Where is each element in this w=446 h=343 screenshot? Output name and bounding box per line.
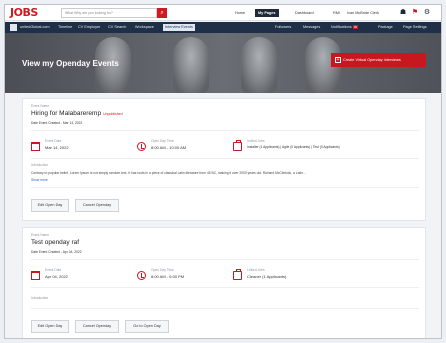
show-more-link[interactable]: Show more xyxy=(31,178,48,182)
clock-icon xyxy=(137,271,146,280)
nav-item-timeline[interactable]: Timeline xyxy=(58,22,72,33)
event-description: Contrary to popular belief, Lorem Ipsum … xyxy=(31,171,306,175)
nav-item-interview-events[interactable]: Interview Events xyxy=(163,24,195,31)
hero-banner: View my Openday Events + Create Virtual O… xyxy=(5,33,441,93)
go-to-open-day-button[interactable]: Go to Open Day xyxy=(125,320,169,333)
event-date-label: Event Date xyxy=(45,139,62,143)
jobs-label: Invited Jobs xyxy=(247,139,265,143)
event-time: 8:00 AM - 10:00 AM xyxy=(151,145,187,150)
jobs-list[interactable]: Cleaner (1 Applicants) xyxy=(247,274,286,279)
rmi-link[interactable]: RMI xyxy=(333,9,340,17)
divider xyxy=(31,287,419,288)
event-card: Event Name Hiring for Malabareremp Unpubl… xyxy=(22,98,426,221)
page-title: View my Openday Events xyxy=(22,59,119,68)
divider xyxy=(31,259,419,260)
dashboard-link[interactable]: Dashboard xyxy=(295,9,314,17)
event-time: 8:00 AM - 6:00 PM xyxy=(151,274,185,279)
hero-photo xyxy=(241,37,277,93)
introduction-label: Introduction xyxy=(31,163,49,167)
divider xyxy=(31,158,419,159)
event-title: Hiring for Malabareremp Unpublished xyxy=(31,110,123,117)
jobs-label: Linked Jobs xyxy=(247,268,265,272)
search-input[interactable]: What Why are you looking for? xyxy=(61,8,157,18)
calendar-icon xyxy=(31,271,40,280)
jobs-list[interactable]: Installer (1 Applicants) | Agile (0 Appl… xyxy=(247,145,340,149)
nav-item-cv-employer[interactable]: CV Employer xyxy=(78,22,100,33)
profile-link[interactable]: Ivan McBride Clerk xyxy=(347,9,379,17)
top-bar: JOBS UnitedGlobal What Why are you looki… xyxy=(5,5,441,31)
flag-icon[interactable]: ⚑ xyxy=(411,8,419,17)
my-pages-link[interactable]: My Pages xyxy=(255,9,279,17)
home-link[interactable]: Home xyxy=(235,9,245,17)
event-title: Test openday raf xyxy=(31,239,80,246)
cancel-openday-button[interactable]: Cancel Openday xyxy=(75,199,119,212)
nav-item-site[interactable]: unitedGlobal.com xyxy=(20,22,50,33)
search-button[interactable]: ⌕ xyxy=(157,8,167,18)
divider xyxy=(31,187,419,188)
cancel-openday-button[interactable]: Cancel Openday xyxy=(75,320,119,333)
notification-badge: 30 xyxy=(352,25,359,29)
country-flag-icon xyxy=(10,24,17,31)
edit-open-day-button[interactable]: Edit Open Day xyxy=(31,199,69,212)
event-card: Event Name Test openday raf Date Event C… xyxy=(22,227,426,338)
briefcase-icon xyxy=(233,140,242,151)
people-icon[interactable]: ☗ xyxy=(399,8,407,17)
event-name-label: Event Name xyxy=(31,233,50,237)
briefcase-icon xyxy=(233,269,242,280)
event-date-label: Event Date xyxy=(45,268,62,272)
nav-item-workspace[interactable]: Workspace xyxy=(135,22,154,33)
calendar-icon xyxy=(31,142,40,151)
app-window: JOBS UnitedGlobal What Why are you looki… xyxy=(4,4,442,339)
main-nav: unitedGlobal.com Timeline CV Employer CV… xyxy=(5,22,441,33)
nav-item-package[interactable]: Package xyxy=(378,22,393,33)
nav-item-page-settings[interactable]: Page Settings xyxy=(403,22,427,33)
logo[interactable]: JOBS UnitedGlobal xyxy=(10,6,50,31)
nav-item-notifications[interactable]: Notifications 30 xyxy=(331,22,359,33)
event-created-date: Date Event Created - Mar 14, 2022 xyxy=(31,121,83,125)
nav-item-messages[interactable]: Messages xyxy=(303,22,320,33)
hero-photo xyxy=(173,37,209,93)
clock-icon xyxy=(137,142,146,151)
event-time-label: Open Day Time xyxy=(151,139,174,143)
status-badge: Unpublished xyxy=(103,112,123,116)
settings-icon[interactable]: ⚙ xyxy=(423,8,431,17)
event-time-label: Open Day Time xyxy=(151,268,174,272)
event-created-date: Date Event Created - Apr 04, 2022 xyxy=(31,250,82,254)
event-name-label: Event Name xyxy=(31,104,50,108)
divider xyxy=(31,308,419,309)
edit-open-day-button[interactable]: Edit Open Day xyxy=(31,320,69,333)
introduction-label: Introduction xyxy=(31,296,49,300)
event-date: Apr 04, 2022 xyxy=(45,274,68,279)
create-openday-button[interactable]: + Create Virtual Openday Interviews xyxy=(331,53,426,67)
nav-item-cv-search[interactable]: CV Search xyxy=(108,22,126,33)
event-date: Mar 14, 2022 xyxy=(45,145,69,150)
nav-item-followers[interactable]: Followers xyxy=(275,22,291,33)
divider xyxy=(31,130,419,131)
plus-icon: + xyxy=(335,57,341,63)
search-icon: ⌕ xyxy=(160,10,164,16)
